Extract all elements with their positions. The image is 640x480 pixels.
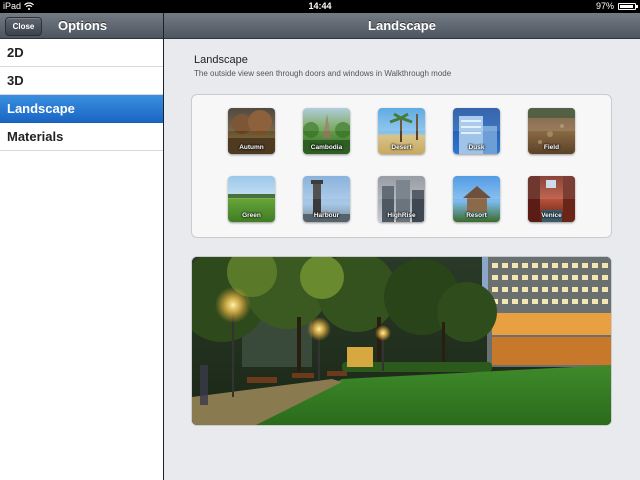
landscape-thumb-resort[interactable]: Resort: [453, 176, 500, 222]
landscape-thumb-highrise[interactable]: HighRise: [378, 176, 425, 222]
landscape-thumb-venice[interactable]: Venice: [528, 176, 575, 222]
section-description: The outside view seen through doors and …: [194, 69, 452, 78]
options-nav-bar: Close Options: [0, 13, 163, 39]
thumb-label: HighRise: [387, 212, 416, 219]
landscape-thumb-harbour[interactable]: Harbour: [303, 176, 350, 222]
thumb-label: Cambodia: [310, 144, 343, 151]
detail-title: Landscape: [164, 13, 640, 39]
thumb-label: Resort: [466, 212, 487, 219]
landscape-thumb-autumn[interactable]: Autumn: [228, 108, 275, 154]
thumb-label: Venice: [541, 212, 562, 219]
thumb-label: Dusk: [468, 144, 485, 151]
evening-park-image: [192, 257, 611, 425]
options-title: Options: [58, 18, 108, 33]
landscape-thumb-desert[interactable]: Desert: [378, 108, 425, 154]
thumb-label: Green: [242, 212, 261, 219]
menu-item-2d[interactable]: 2D: [0, 39, 163, 67]
battery-percentage: 97%: [595, 1, 614, 11]
status-bar: iPad 14:44 97%: [0, 0, 640, 13]
landscape-thumb-dusk[interactable]: Dusk: [453, 108, 500, 154]
landscape-preview-image: [191, 256, 612, 426]
landscape-thumb-field[interactable]: Field: [528, 108, 575, 154]
options-panel: Close Options 2D 3D Landscape Materials: [0, 13, 163, 480]
landscape-grid: Autumn Cambodia Desert Dusk Field Green: [191, 94, 612, 238]
clock: 14:44: [308, 1, 332, 11]
thumb-label: Field: [543, 144, 560, 151]
thumb-label: Desert: [391, 144, 412, 151]
landscape-panel: Landscape Landscape The outside view see…: [164, 13, 640, 480]
landscape-thumb-cambodia[interactable]: Cambodia: [303, 108, 350, 154]
battery-icon: [618, 3, 638, 10]
thumb-label: Harbour: [313, 212, 340, 219]
thumb-label: Autumn: [239, 144, 264, 151]
landscape-thumb-green[interactable]: Green: [228, 176, 275, 222]
menu-item-landscape[interactable]: Landscape: [0, 95, 163, 123]
menu-item-3d[interactable]: 3D: [0, 67, 163, 95]
section-title: Landscape: [194, 54, 248, 66]
close-button[interactable]: Close: [5, 17, 42, 36]
menu-item-materials[interactable]: Materials: [0, 123, 163, 151]
